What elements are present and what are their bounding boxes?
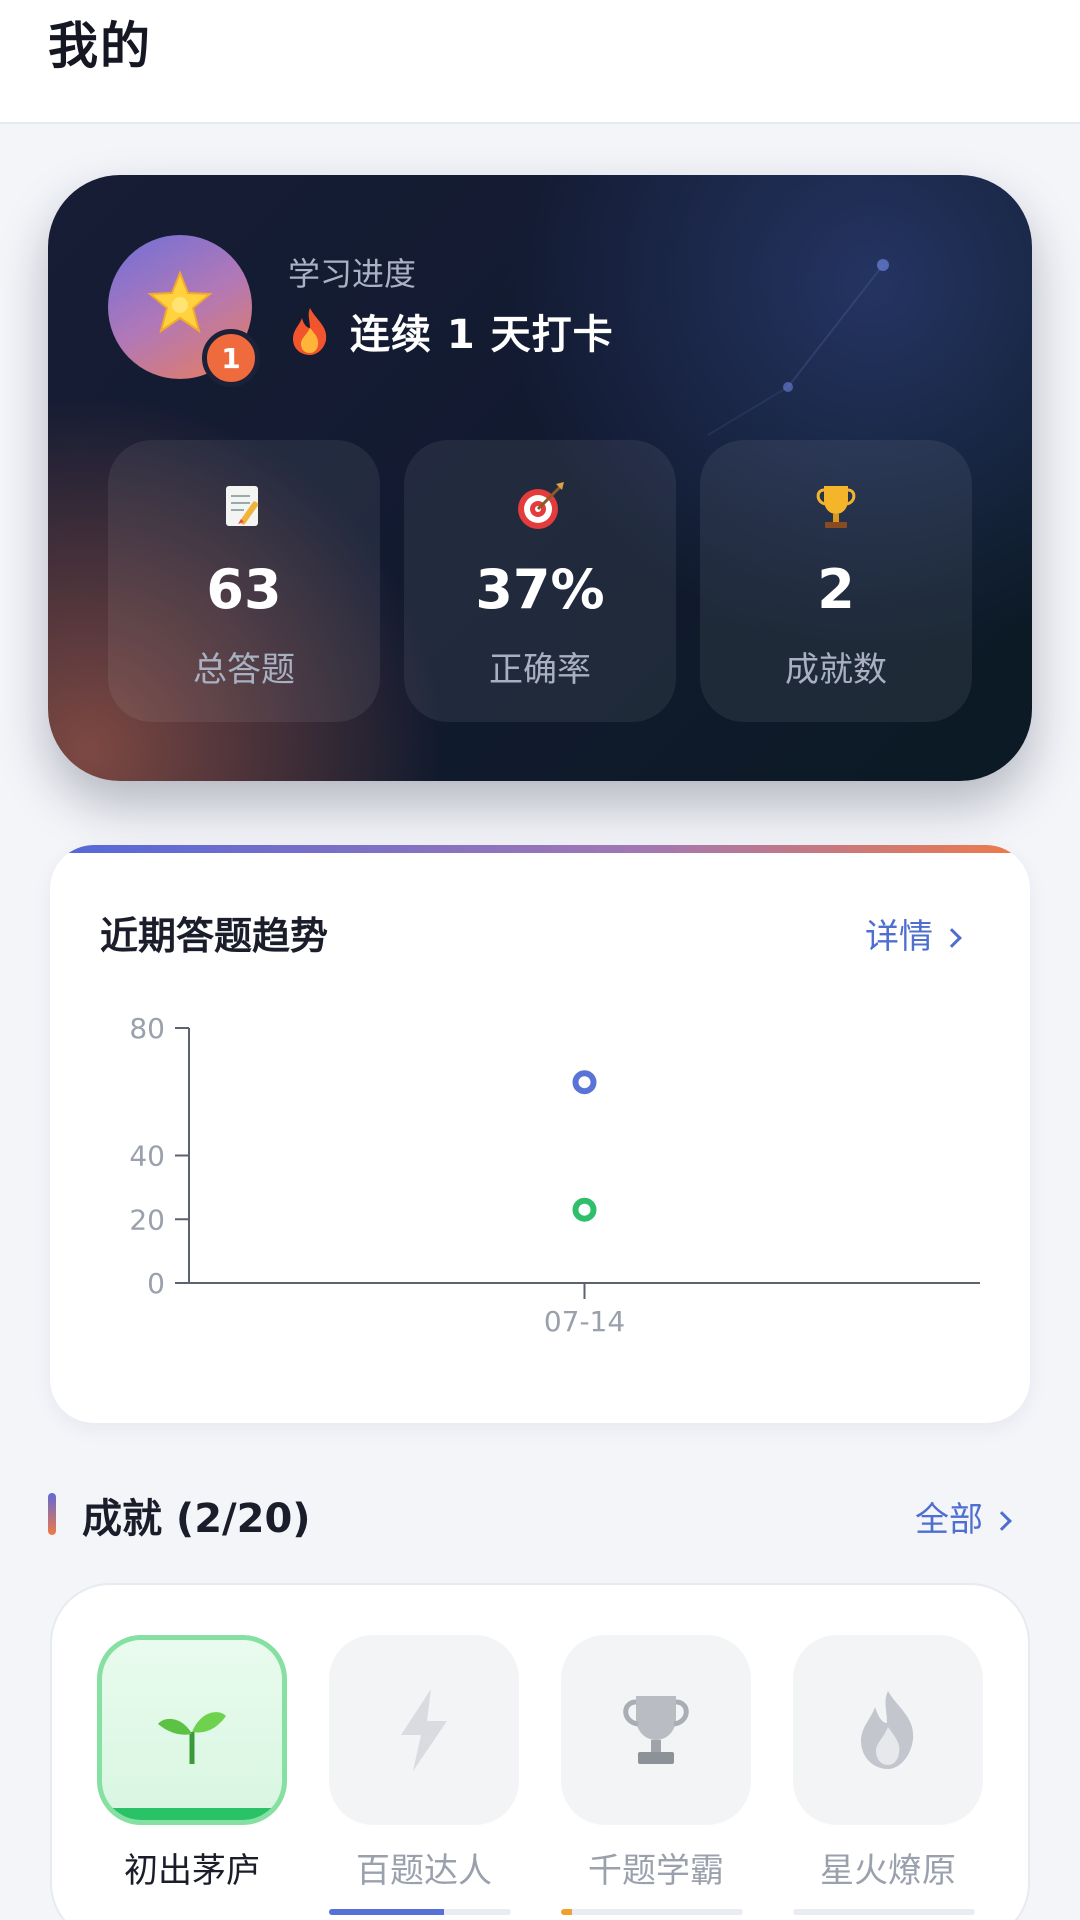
achievement-unlocked-bar	[102, 1808, 282, 1820]
stat-achievements[interactable]: 2 成就数	[700, 440, 972, 722]
y-tick-label: 0	[147, 1267, 165, 1300]
stat-value: 37%	[475, 558, 605, 621]
achievements-all-label: 全部	[915, 1500, 983, 1540]
trophy-icon	[623, 1696, 689, 1764]
y-tick-label: 40	[129, 1140, 165, 1173]
y-tick-label: 20	[129, 1203, 165, 1236]
streak-row: 连续 1 天打卡	[288, 303, 614, 359]
streak-badge: 1	[202, 329, 260, 387]
achievement-progress-bar	[561, 1909, 743, 1915]
fire-icon	[861, 1691, 914, 1769]
achievements-card: 初出茅庐 百题达人 千题学霸 星火燎原	[50, 1583, 1030, 1920]
stat-label: 总答题	[193, 650, 295, 690]
stat-label: 成就数	[785, 650, 887, 690]
section-accent-bar	[48, 1493, 56, 1535]
stat-accuracy[interactable]: 37% 正确率	[404, 440, 676, 722]
stat-value: 63	[206, 558, 282, 621]
stat-total-answers[interactable]: 63 总答题	[108, 440, 380, 722]
achievement-progress-fill	[561, 1909, 572, 1915]
flame-icon	[293, 308, 327, 355]
achievement-name: 千题学霸	[588, 1851, 724, 1891]
memo-icon	[226, 486, 259, 526]
stat-label: 正确率	[489, 650, 591, 690]
achievement-progress-fill	[329, 1909, 444, 1915]
trend-card: 近期答题趋势 详情 0 20 40 80 07-14	[50, 845, 1030, 1423]
achievement-name: 初出茅庐	[124, 1851, 260, 1891]
lightning-icon	[401, 1689, 447, 1771]
page-title: 我的	[48, 17, 152, 75]
top-bar: 我的	[0, 0, 1080, 124]
chevron-right-icon	[992, 1511, 1012, 1531]
achievement-item[interactable]: 千题学霸	[561, 1635, 751, 1892]
data-point	[572, 1070, 597, 1095]
achievement-tile	[329, 1635, 519, 1825]
trend-chart: 0 20 40 80 07-14	[129, 1012, 980, 1338]
achievement-tile	[561, 1635, 751, 1825]
achievement-progress-bar	[329, 1909, 511, 1915]
achievement-tile	[793, 1635, 983, 1825]
achievement-name: 百题达人	[356, 1851, 492, 1891]
trophy-icon	[816, 486, 856, 528]
streak-text: 连续 1 天打卡	[350, 312, 614, 358]
y-tick-label: 80	[129, 1012, 165, 1045]
target-icon	[518, 482, 564, 529]
achievement-name: 星火燎原	[820, 1851, 956, 1891]
achievements-title: 成就 (2/20)	[82, 1496, 311, 1542]
star-icon	[147, 270, 213, 334]
achievement-item[interactable]: 星火燎原	[793, 1635, 983, 1892]
achievement-tile	[97, 1635, 287, 1825]
x-tick-label: 07-14	[544, 1305, 625, 1338]
seedling-icon	[158, 1712, 226, 1765]
achievement-item[interactable]: 初出茅庐	[97, 1635, 287, 1892]
progress-subtitle: 学习进度	[288, 255, 417, 293]
achievement-progress-bar	[793, 1909, 975, 1915]
achievements-all-link[interactable]: 全部	[915, 1492, 1012, 1541]
data-point	[572, 1197, 597, 1222]
progress-card: 1 学习进度 连续 1 天打卡 63 总答题 37% 正确率 2 成就数	[48, 175, 1032, 781]
stat-value: 2	[817, 558, 855, 621]
achievement-item[interactable]: 百题达人	[329, 1635, 519, 1892]
